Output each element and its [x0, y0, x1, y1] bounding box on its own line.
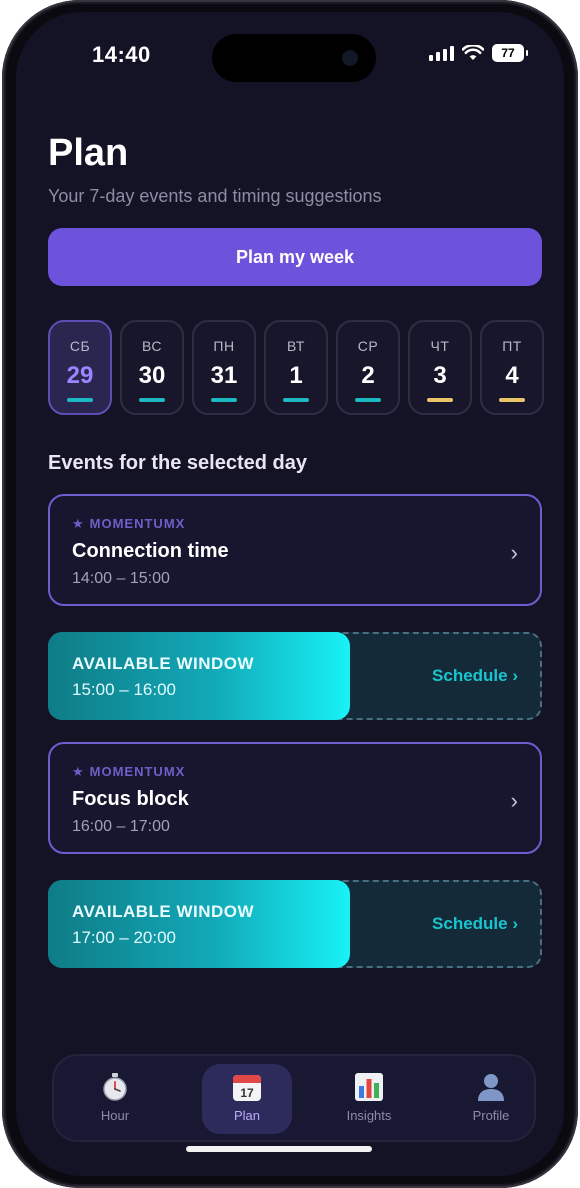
- day-load-bar: [427, 398, 453, 402]
- event-source-tag: ★ MOMENTUMX: [72, 516, 185, 532]
- day-of-week: СР: [357, 338, 379, 354]
- day-number: 1: [289, 362, 303, 389]
- chevron-right-icon: ›: [510, 788, 518, 813]
- day-of-week: ПТ: [502, 338, 522, 354]
- tab-insights[interactable]: Insights: [324, 1064, 414, 1134]
- day-of-week: ВТ: [287, 338, 305, 354]
- day-load-bar: [139, 398, 165, 402]
- dynamic-island: [212, 34, 376, 82]
- available-window-label: AVAILABLE WINDOW: [72, 902, 255, 921]
- day-of-week: ЧТ: [430, 338, 450, 354]
- day-number: 31: [210, 362, 238, 389]
- battery-icon: 77: [492, 44, 528, 62]
- day-chip-2[interactable]: СР 2: [336, 320, 400, 415]
- calendar-icon: 17: [232, 1072, 262, 1102]
- star-icon: ★: [72, 764, 85, 779]
- page-title: Plan: [48, 132, 129, 174]
- stopwatch-icon: [100, 1072, 130, 1102]
- day-chip-31[interactable]: ПН 31: [192, 320, 256, 415]
- day-chip-1[interactable]: ВТ 1: [264, 320, 328, 415]
- day-load-bar: [499, 398, 525, 402]
- status-indicators: 77: [429, 44, 528, 62]
- day-load-bar: [211, 398, 237, 402]
- tab-profile[interactable]: Profile: [446, 1064, 536, 1134]
- schedule-button[interactable]: Schedule ›: [432, 914, 518, 934]
- day-chip-30[interactable]: ВС 30: [120, 320, 184, 415]
- day-number: 3: [433, 362, 447, 389]
- phone-frame: 14:40 77 Plan Your 7-day events and timi…: [2, 0, 578, 1188]
- available-window-fill: [48, 632, 350, 720]
- day-of-week: СБ: [69, 338, 91, 354]
- plan-my-week-button[interactable]: Plan my week: [48, 228, 542, 286]
- event-time: 16:00 – 17:00: [72, 818, 170, 835]
- available-window-time: 17:00 – 20:00: [72, 928, 176, 947]
- event-source-label: MOMENTUMX: [89, 516, 186, 531]
- home-indicator[interactable]: [186, 1146, 372, 1152]
- chevron-right-icon: ›: [510, 540, 518, 565]
- available-window-fill: [48, 880, 350, 968]
- signal-icon: [429, 45, 454, 61]
- calendar-day-number: 17: [240, 1086, 254, 1100]
- day-load-bar: [67, 398, 93, 402]
- tab-plan[interactable]: 17 Plan: [202, 1064, 292, 1134]
- day-load-bar: [283, 398, 309, 402]
- available-window-label: AVAILABLE WINDOW: [72, 654, 255, 673]
- day-selector: СБ 29 ВС 30 ПН 31 ВТ 1 СР 2 ЧТ 3 ПТ 4: [48, 320, 544, 415]
- available-window-time: 15:00 – 16:00: [72, 680, 176, 699]
- day-of-week: ПН: [213, 338, 235, 354]
- day-number: 4: [505, 362, 519, 389]
- page-subtitle: Your 7-day events and timing suggestions: [48, 186, 382, 206]
- event-title: Connection time: [72, 540, 229, 562]
- events-section-title: Events for the selected day: [48, 452, 307, 474]
- day-number: 2: [361, 362, 375, 389]
- day-chip-4[interactable]: ПТ 4: [480, 320, 544, 415]
- camera-icon: [342, 50, 358, 66]
- tab-label: Plan: [233, 1108, 261, 1123]
- schedule-button[interactable]: Schedule ›: [432, 666, 518, 686]
- event-card-focus-block[interactable]: ★ MOMENTUMX Focus block 16:00 – 17:00 ›: [48, 742, 542, 854]
- wifi-icon: [462, 45, 484, 60]
- event-title: Focus block: [72, 788, 189, 810]
- day-of-week: ВС: [142, 338, 162, 354]
- status-time: 14:40: [92, 42, 151, 67]
- tab-label: Hour: [100, 1108, 130, 1123]
- event-time: 14:00 – 15:00: [72, 570, 170, 587]
- tab-hour[interactable]: Hour: [70, 1064, 160, 1134]
- bar-chart-icon: [354, 1072, 384, 1102]
- person-icon: [476, 1072, 506, 1102]
- day-chip-3[interactable]: ЧТ 3: [408, 320, 472, 415]
- day-number: 29: [66, 362, 94, 389]
- event-source-label: MOMENTUMX: [89, 764, 186, 779]
- bottom-tab-bar: Hour 17 Plan Insights Profile: [52, 1054, 536, 1142]
- tab-label: Insights: [346, 1108, 392, 1123]
- day-chip-29[interactable]: СБ 29: [48, 320, 112, 415]
- available-window-card: AVAILABLE WINDOW 15:00 – 16:00 Schedule …: [48, 632, 542, 720]
- available-window-card: AVAILABLE WINDOW 17:00 – 20:00 Schedule …: [48, 880, 542, 968]
- star-icon: ★: [72, 516, 85, 531]
- day-load-bar: [355, 398, 381, 402]
- event-card-connection-time[interactable]: ★ MOMENTUMX Connection time 14:00 – 15:00…: [48, 494, 542, 606]
- tab-label: Profile: [472, 1108, 510, 1123]
- event-source-tag: ★ MOMENTUMX: [72, 764, 185, 780]
- day-number: 30: [138, 362, 166, 389]
- app-screen: 14:40 77 Plan Your 7-day events and timi…: [16, 12, 564, 1176]
